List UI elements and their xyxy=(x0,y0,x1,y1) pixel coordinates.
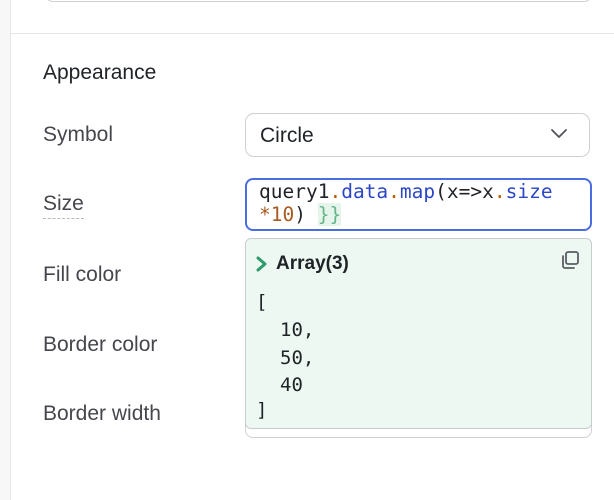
code-token: . xyxy=(329,180,342,203)
appearance-panel: Appearance Symbol Circle Size query1.dat… xyxy=(0,0,614,500)
array-item: 50, xyxy=(280,347,315,369)
symbol-select-value: Circle xyxy=(260,124,314,147)
symbol-select[interactable]: Circle xyxy=(245,113,590,157)
array-close-bracket: ] xyxy=(256,399,268,421)
code-token: . xyxy=(493,180,506,203)
code-line-1: query1.data.map(x=>x.size xyxy=(259,180,553,204)
code-line-2: *10) }} xyxy=(259,203,342,227)
code-token: * xyxy=(259,203,271,226)
code-token: (x=>x xyxy=(435,180,494,203)
section-divider xyxy=(10,33,614,34)
symbol-label: Symbol xyxy=(43,123,114,146)
border-color-label: Border color xyxy=(43,333,158,356)
code-token: query1 xyxy=(259,180,330,203)
border-width-label: Border width xyxy=(43,402,161,425)
chevron-down-icon xyxy=(550,125,568,143)
array-item: 40 xyxy=(280,374,303,396)
fill-color-label: Fill color xyxy=(43,263,122,286)
code-token: map xyxy=(399,180,436,203)
section-title: Appearance xyxy=(43,61,157,84)
code-token: data xyxy=(341,180,389,203)
array-title: Array(3) xyxy=(276,253,349,274)
size-code-input[interactable]: query1.data.map(x=>x.size *10) }} xyxy=(245,178,592,231)
evaluation-preview: Array(3) [ 10, 50, 40 ] xyxy=(245,238,592,429)
code-token: ) xyxy=(294,203,318,226)
copy-icon[interactable] xyxy=(559,249,581,271)
code-token: size xyxy=(505,180,553,203)
code-token: 10 xyxy=(270,203,295,226)
size-label: Size xyxy=(43,192,84,219)
code-token: }} xyxy=(317,203,342,226)
array-item: 10, xyxy=(280,319,315,341)
array-open-bracket: [ xyxy=(256,291,268,313)
left-gutter xyxy=(0,0,11,500)
previous-field-input[interactable] xyxy=(45,0,592,2)
code-token: . xyxy=(388,180,400,203)
chevron-right-icon[interactable] xyxy=(255,255,269,273)
